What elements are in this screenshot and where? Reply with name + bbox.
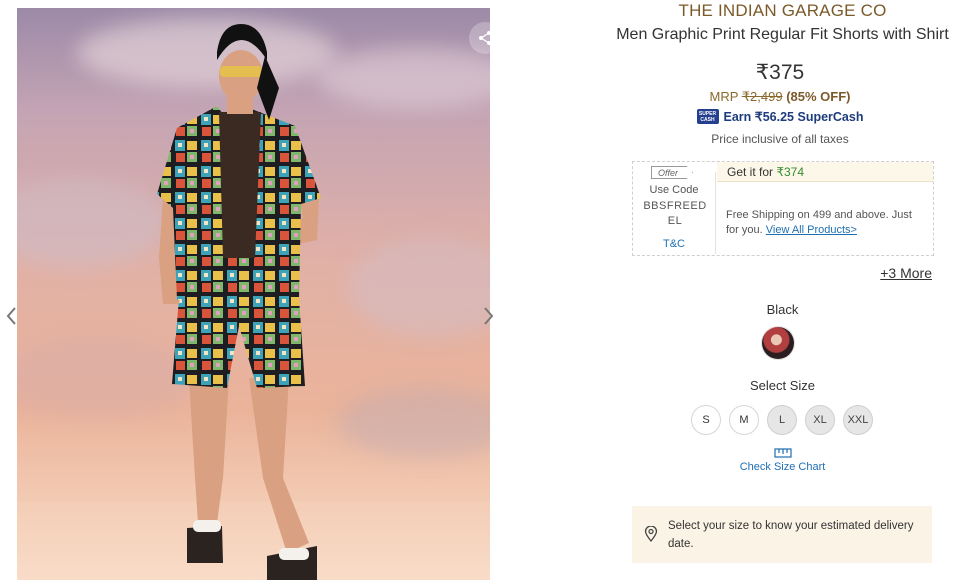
product-info-panel: THE INDIAN GARAGE CO Men Graphic Print R…: [600, 0, 976, 580]
delivery-estimate: Select your size to know your estimated …: [632, 506, 932, 563]
size-option-xxl[interactable]: XXL: [843, 405, 873, 435]
offer-price: ₹374: [776, 165, 805, 179]
taxes-note: Price inclusive of all taxes: [711, 132, 849, 146]
coupon-section: Offer Use Code BBSFREEDEL T&C: [633, 166, 716, 254]
ruler-icon: [773, 448, 792, 458]
mrp-line: MRP ₹2,499 (85% OFF): [600, 89, 960, 105]
size-option-xl[interactable]: XL: [805, 405, 835, 435]
color-label: Black: [766, 302, 799, 317]
product-image-gallery: [0, 0, 500, 580]
supercash-row: SUPER CASH Earn ₹56.25 SuperCash: [600, 109, 960, 124]
size-option-s[interactable]: S: [691, 405, 721, 435]
mrp-label: MRP: [709, 89, 739, 104]
mrp-value: ₹2,499: [741, 89, 783, 104]
supercash-text: Earn ₹56.25 SuperCash: [723, 110, 864, 124]
terms-link[interactable]: T&C: [633, 238, 715, 250]
brand-name[interactable]: THE INDIAN GARAGE CO: [600, 1, 965, 21]
offer-tag: Offer: [651, 166, 693, 179]
size-option-m[interactable]: M: [729, 405, 759, 435]
view-all-products-link[interactable]: View All Products>: [766, 224, 857, 236]
product-title: Men Graphic Print Regular Fit Shorts wit…: [616, 26, 949, 43]
select-size-label: Select Size: [749, 378, 816, 393]
supercash-icon: SUPER CASH: [696, 109, 719, 124]
delivery-text: Select your size to know your estimated …: [668, 520, 914, 550]
size-option-l[interactable]: L: [767, 405, 797, 435]
use-code-label: Use Code: [649, 184, 699, 196]
offer-card: Offer Use Code BBSFREEDEL T&C Get it for…: [632, 161, 934, 256]
size-chart-link[interactable]: Check Size Chart: [600, 448, 965, 473]
discount-percent: (85% OFF): [786, 89, 851, 104]
chevron-right-icon[interactable]: [478, 301, 500, 331]
more-offers-link[interactable]: +3 More: [880, 265, 932, 281]
location-pin-icon: [644, 526, 658, 542]
model-figure: [157, 24, 321, 580]
coupon-code[interactable]: BBSFREEDEL: [643, 199, 707, 229]
shipping-offer: Free Shipping on 499 and above. Just for…: [726, 208, 926, 238]
get-it-label: Get it for: [727, 165, 774, 179]
selling-price: ₹375: [755, 61, 805, 84]
offer-price-banner: Get it for ₹374: [717, 162, 933, 182]
product-photo[interactable]: [17, 8, 490, 580]
color-swatch-black[interactable]: [762, 327, 794, 359]
size-chart-label: Check Size Chart: [739, 461, 826, 473]
size-options: S M L XL XXL: [691, 405, 873, 435]
